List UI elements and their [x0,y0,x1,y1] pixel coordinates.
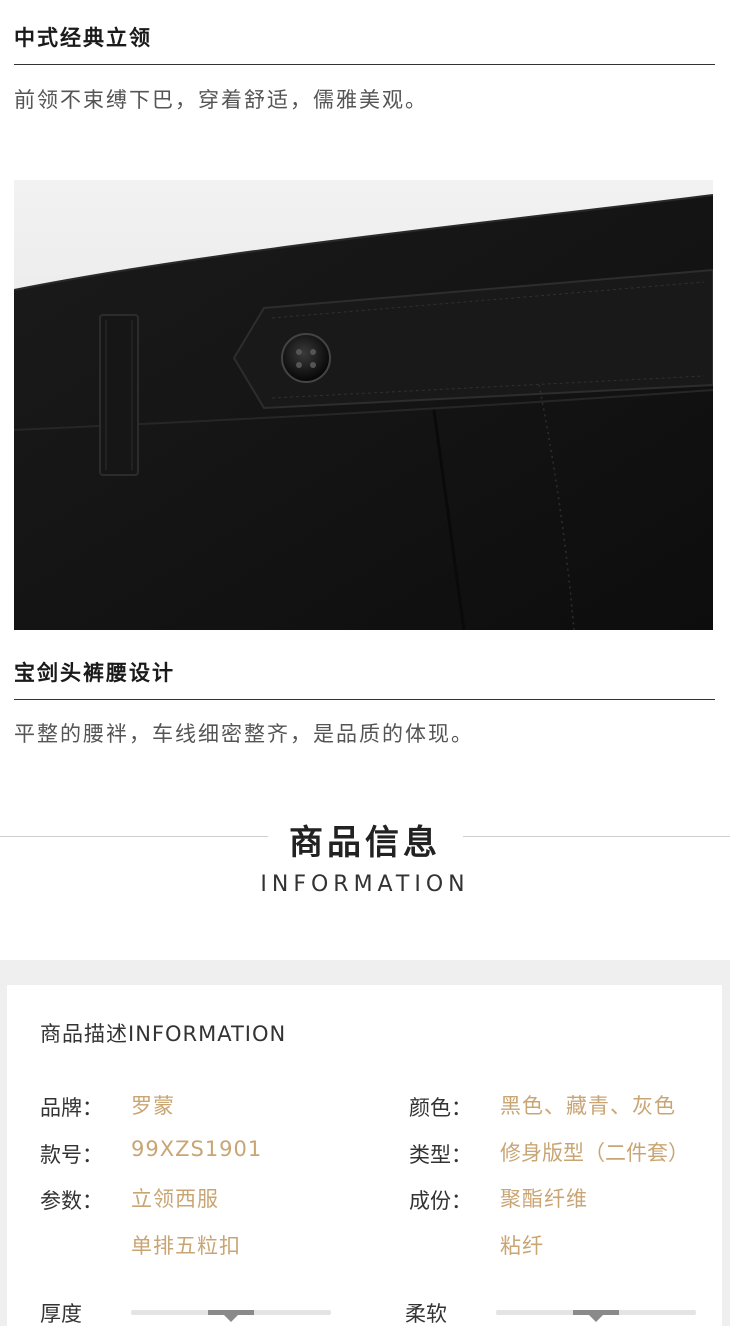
params-value-1: 立领西服 [131,1187,219,1211]
thickness-label: 厚度 [40,1302,82,1326]
color-value: 黑色、藏青、灰色 [500,1094,676,1118]
softness-label: 柔软 [405,1302,447,1326]
material-value-1: 聚酯纤维 [500,1187,588,1211]
thickness-pointer-icon [224,1315,238,1322]
brand-value: 罗蒙 [131,1094,175,1118]
material-label: 成份： [409,1189,472,1213]
info-header-title: 商品信息 [289,823,441,863]
params-value-2: 单排五粒扣 [131,1234,241,1258]
params-label: 参数： [40,1189,103,1213]
type-label: 类型： [409,1143,472,1167]
color-label: 颜色： [409,1096,472,1120]
product-photo-waistband [14,180,713,630]
brand-label: 品牌： [40,1096,103,1120]
info-card-title: 商品描述INFORMATION [40,1022,287,1046]
type-value: 修身版型（二件套） [500,1141,689,1165]
model-label: 款号： [40,1143,103,1167]
section-desc-waistband: 平整的腰袢，车线细密整齐，是品质的体现。 [14,722,474,746]
material-value-2: 粘纤 [500,1234,544,1258]
info-header-subtitle: INFORMATION [260,872,470,897]
softness-pointer-icon [589,1315,603,1322]
model-value: 99XZS1901 [131,1137,263,1161]
section-divider [14,699,715,700]
section-title-waistband: 宝剑头裤腰设计 [14,661,175,685]
section-desc-collar: 前领不束缚下巴，穿着舒适，儒雅美观。 [14,88,428,112]
section-title-collar: 中式经典立领 [14,26,152,50]
section-divider [14,64,715,65]
